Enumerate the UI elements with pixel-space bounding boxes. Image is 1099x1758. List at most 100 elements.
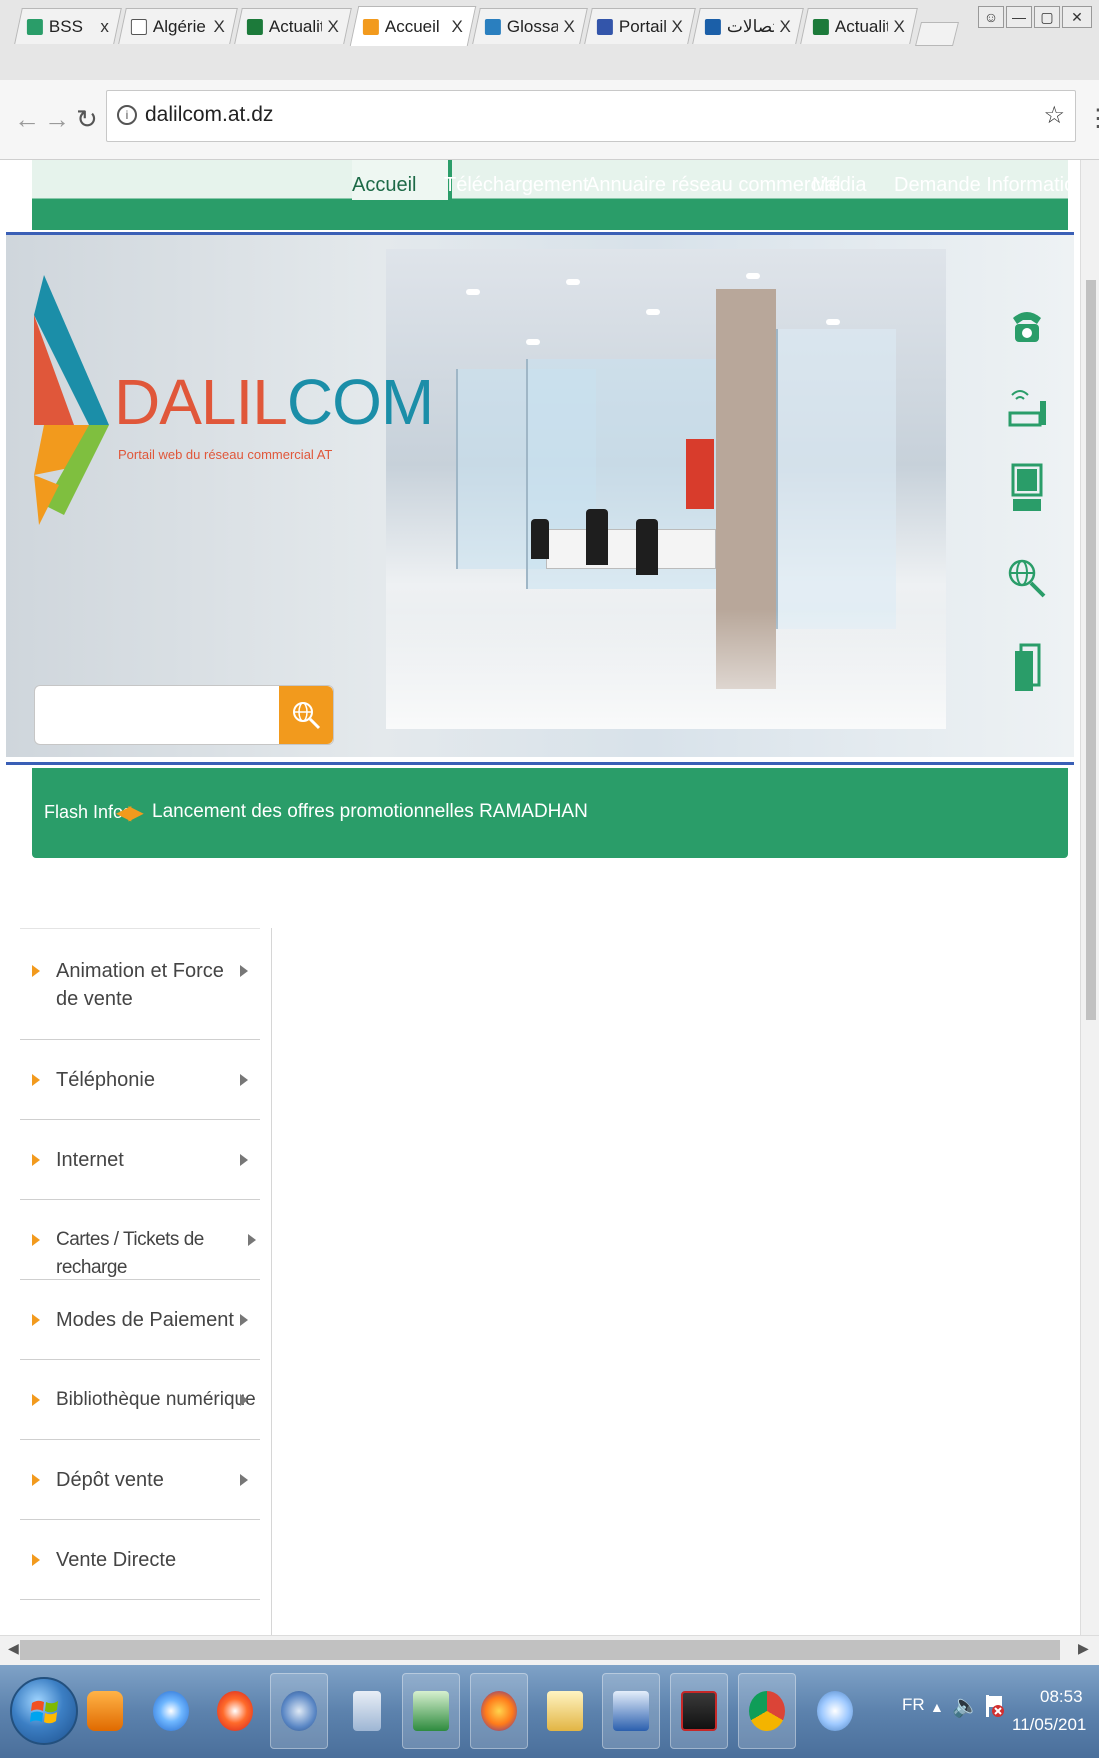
chrome-icon[interactable] (738, 1673, 796, 1749)
flash-infos-bar: Flash Infos ◀▶ Lancement des offres prom… (32, 768, 1068, 858)
search-input[interactable] (39, 690, 277, 740)
new-tab-button[interactable] (915, 22, 959, 46)
chevron-right-icon (240, 965, 248, 977)
search-button[interactable] (279, 686, 333, 744)
minimize-button[interactable]: — (1006, 6, 1032, 28)
logo-tagline: Portail web du réseau commercial AT (118, 447, 333, 462)
flash-text[interactable]: Lancement des offres promotionnelles RAM… (152, 801, 588, 823)
nav-demande-information[interactable]: Demande Information (894, 174, 1080, 197)
browser-tab[interactable]: BSS x (14, 8, 122, 44)
clock-time[interactable]: 08:53 (1040, 1687, 1083, 1707)
sidebar-menu: Animation et Force de vente Téléphonie I… (20, 928, 272, 1635)
sidebar-item-vente-directe[interactable]: Vente Directe (20, 1520, 260, 1600)
logo-dali: DALIL (114, 366, 288, 438)
bullet-icon (32, 1314, 40, 1326)
url-field[interactable]: i dalilcom.at.dz ☆ (106, 90, 1076, 142)
close-icon[interactable]: X (328, 17, 339, 37)
dalilcom-logo[interactable]: DALILCOM Portail web du réseau commercia… (34, 275, 434, 535)
tray-expand-icon[interactable]: ▲ (930, 1699, 944, 1715)
firefox-icon[interactable] (470, 1673, 528, 1749)
bullet-icon (32, 1234, 40, 1246)
tab-title: Actualit (834, 16, 888, 36)
globe-search-icon[interactable] (1006, 553, 1048, 603)
url-text[interactable]: dalilcom.at.dz (145, 103, 273, 127)
internet-explorer-icon[interactable] (142, 1673, 200, 1749)
tab-title: Portail (618, 16, 666, 36)
tab-favicon (362, 18, 379, 35)
paint-icon[interactable] (806, 1673, 864, 1749)
browser-tab[interactable]: Portail X (584, 8, 696, 44)
close-icon[interactable]: x (100, 17, 109, 37)
scroll-left-icon[interactable]: ◀ (8, 1640, 19, 1657)
forward-icon[interactable]: → (44, 104, 70, 135)
maximize-button[interactable]: ▢ (1034, 6, 1060, 28)
nav-media[interactable]: Média (812, 174, 866, 197)
media-player-icon[interactable] (76, 1673, 134, 1749)
browser-tab[interactable]: إتصالات X (692, 8, 804, 44)
close-icon[interactable]: X (452, 17, 463, 37)
acrobat-icon[interactable] (670, 1673, 728, 1749)
browser-tab[interactable]: Algérie X (118, 8, 238, 44)
reload-icon[interactable]: ↻ (76, 104, 98, 135)
sidebar-item-paiement[interactable]: Modes de Paiement (20, 1280, 260, 1360)
back-icon[interactable]: ← (14, 104, 40, 135)
nav-accueil[interactable]: Accueil (352, 174, 416, 197)
close-icon[interactable]: X (894, 17, 905, 37)
volume-icon[interactable]: 🔈 (952, 1693, 979, 1719)
action-center-flag-icon[interactable] (984, 1693, 1004, 1719)
tab-title: Actualit (268, 16, 322, 36)
chevron-right-icon (240, 1074, 248, 1086)
sidebar-item-label: Modes de Paiement (56, 1309, 234, 1331)
user-icon[interactable]: ☺ (978, 6, 1004, 28)
bullet-icon (32, 1394, 40, 1406)
browser-tab[interactable]: Glossai X (472, 8, 588, 44)
modem-icon[interactable] (1006, 381, 1048, 431)
vertical-scroll-thumb[interactable] (1086, 280, 1096, 1020)
nav-annuaire[interactable]: Annuaire réseau commercial (586, 174, 841, 197)
logo-com: COM (286, 366, 434, 438)
tab-favicon (596, 18, 613, 35)
excel-icon[interactable] (402, 1673, 460, 1749)
sidebar-item-internet[interactable]: Internet (20, 1120, 260, 1200)
browser-menu-icon[interactable]: ⋮ (1086, 104, 1099, 133)
sidebar-item-cartes[interactable]: Cartes / Tickets de recharge (20, 1200, 260, 1280)
close-icon[interactable]: X (564, 17, 575, 37)
header-banner: DALILCOM Portail web du réseau commercia… (6, 235, 1074, 757)
bookmark-star-icon[interactable]: ☆ (1043, 101, 1065, 130)
browser-tab-active[interactable]: Accueil X (349, 6, 477, 46)
word-icon[interactable] (602, 1673, 660, 1749)
documents-icon[interactable] (1006, 643, 1048, 693)
tab-title: Algérie (152, 16, 206, 36)
sidebar-item-depot-vente[interactable]: Dépôt vente (20, 1440, 260, 1520)
sidebar-item-telephonie[interactable]: Téléphonie (20, 1040, 260, 1120)
chevron-right-icon (240, 1474, 248, 1486)
sidebar-item-animation[interactable]: Animation et Force de vente (20, 928, 260, 1040)
computer-icon[interactable] (1006, 463, 1048, 513)
horizontal-scroll-thumb[interactable] (20, 1640, 1060, 1660)
windows-taskbar: FR ▲ 🔈 08:53 11/05/201 (0, 1665, 1099, 1758)
bullet-icon (32, 1154, 40, 1166)
thunderbird-icon[interactable] (270, 1673, 328, 1749)
close-window-button[interactable]: ✕ (1062, 6, 1092, 28)
tab-favicon (26, 18, 43, 35)
bullet-icon (32, 1074, 40, 1086)
close-icon[interactable]: X (780, 17, 791, 37)
close-icon[interactable]: X (672, 17, 683, 37)
nav-telechargement[interactable]: Téléchargement (444, 174, 589, 197)
close-icon[interactable]: X (214, 17, 225, 37)
scroll-right-icon[interactable]: ▶ (1078, 1640, 1089, 1657)
browser-tab[interactable]: Actualit X (234, 8, 352, 44)
clock-date[interactable]: 11/05/201 (1012, 1715, 1086, 1735)
telephone-icon[interactable] (1006, 301, 1048, 351)
sidebar-item-label: Cartes / Tickets de recharge (56, 1229, 204, 1278)
bullet-icon (32, 965, 40, 977)
opera-icon[interactable] (206, 1673, 264, 1749)
calculator-icon[interactable] (338, 1673, 396, 1749)
file-explorer-icon[interactable] (536, 1673, 594, 1749)
language-indicator[interactable]: FR (902, 1695, 925, 1715)
start-button[interactable] (10, 1677, 78, 1745)
browser-tab[interactable]: Actualit X (800, 8, 918, 44)
info-icon[interactable]: i (117, 105, 137, 125)
sidebar-item-bibliotheque[interactable]: Bibliothèque numérique (20, 1360, 260, 1440)
ticker-arrows-icon[interactable]: ◀▶ (116, 800, 144, 825)
